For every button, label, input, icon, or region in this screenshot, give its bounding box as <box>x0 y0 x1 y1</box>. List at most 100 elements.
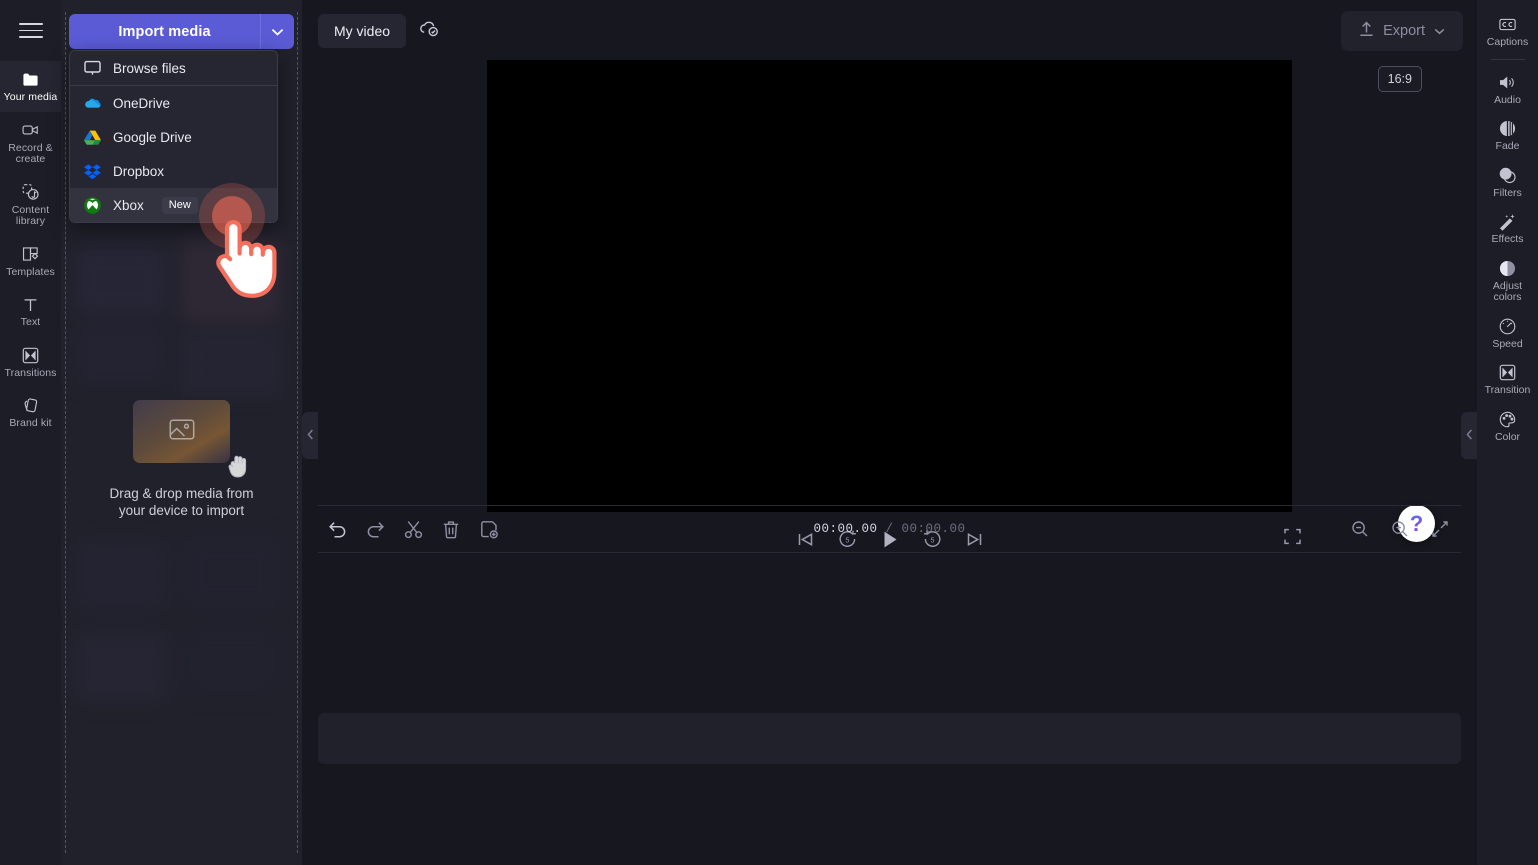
collapse-properties-panel-button[interactable] <box>1461 412 1477 459</box>
video-camera-icon <box>22 122 39 139</box>
dropdown-item-onedrive[interactable]: OneDrive <box>70 86 277 120</box>
preview-stage: 16:9 ? 5 5 <box>302 60 1477 549</box>
right-item-label: Transition <box>1484 384 1531 396</box>
sidebar-item-templates[interactable]: Templates <box>0 236 61 287</box>
right-item-label: Effects <box>1491 233 1524 245</box>
sidebar-item-transitions[interactable]: Transitions <box>0 337 61 388</box>
blurred-background-content <box>71 240 292 845</box>
import-media-dropdown-toggle[interactable] <box>260 14 294 49</box>
right-item-transition[interactable]: Transition <box>1477 356 1538 403</box>
placeholder-line-2: your device to import <box>118 503 245 518</box>
right-item-label: Captions <box>1486 36 1529 48</box>
undo-arrow-icon[interactable] <box>326 518 348 540</box>
timeline-tools <box>318 518 500 540</box>
dropbox-icon <box>84 163 101 180</box>
timeline-area[interactable] <box>318 553 1461 865</box>
text-t-icon <box>22 296 39 313</box>
dropdown-item-google-drive[interactable]: Google Drive <box>70 120 277 154</box>
right-item-fade[interactable]: Fade <box>1477 112 1538 159</box>
timeline-toolbar: 00:00.00 / 00:00.00 <box>318 505 1461 553</box>
sidebar-item-label: Content library <box>11 203 50 227</box>
dropdown-item-label: Browse files <box>113 60 186 76</box>
right-item-color[interactable]: Color <box>1477 403 1538 450</box>
app-root: Your media Record & create Content libra… <box>0 0 1538 865</box>
dropdown-item-browse-files[interactable]: Browse files <box>70 51 277 85</box>
timeline-track[interactable] <box>318 713 1461 764</box>
export-area: Export <box>1341 11 1463 51</box>
right-item-label: Filters <box>1493 186 1522 199</box>
empty-media-placeholder: Drag & drop media from your device to im… <box>61 400 302 519</box>
sidebar-item-label: Templates <box>6 265 55 278</box>
right-item-label: Speed <box>1492 337 1523 350</box>
contrast-circle-icon <box>1499 260 1516 277</box>
trash-icon[interactable] <box>440 518 462 540</box>
media-panel: Import media Browse files OneDrive Googl… <box>61 0 302 865</box>
sidebar-item-text[interactable]: Text <box>0 286 61 337</box>
cloud-check-icon[interactable] <box>418 20 440 43</box>
dropdown-item-label: Xbox <box>113 197 144 213</box>
sidebar-item-label: Brand kit <box>9 417 52 429</box>
aspect-ratio-badge[interactable]: 16:9 <box>1377 66 1422 92</box>
palette-icon <box>1499 411 1516 428</box>
image-placeholder-icon <box>169 418 195 446</box>
chevron-down-icon <box>1434 23 1445 39</box>
right-item-adjust-colors[interactable]: Adjust colors <box>1477 252 1538 310</box>
dropdown-item-label: Dropbox <box>113 163 165 179</box>
duplicate-icon[interactable] <box>478 518 500 540</box>
export-button[interactable]: Export <box>1341 11 1463 51</box>
export-label: Export <box>1383 23 1425 39</box>
upload-arrow-icon <box>1359 21 1374 41</box>
collapse-media-panel-button[interactable] <box>302 412 318 459</box>
sidebar-item-label: Text <box>20 316 41 328</box>
sidebar-item-brand-kit[interactable]: Brand kit <box>0 387 61 438</box>
filters-icon <box>1499 167 1516 184</box>
chevron-left-icon <box>306 427 314 445</box>
right-item-captions[interactable]: Captions <box>1477 8 1538 55</box>
transitions-icon <box>1499 364 1516 381</box>
magnifier-plus-icon[interactable] <box>1389 518 1411 540</box>
speaker-icon <box>1499 74 1516 91</box>
dropdown-item-label: OneDrive <box>113 95 171 111</box>
placeholder-line-1: Drag & drop media from <box>109 486 254 501</box>
hamburger-menu-icon[interactable] <box>0 0 61 61</box>
total-time: 00:00.00 <box>901 522 966 536</box>
right-item-label: Adjust colors <box>1492 279 1523 303</box>
sidebar-item-your-media[interactable]: Your media <box>0 61 61 112</box>
onedrive-icon <box>84 95 101 112</box>
right-item-effects[interactable]: Effects <box>1477 205 1538 252</box>
magnifier-minus-icon[interactable] <box>1349 518 1371 540</box>
right-item-audio[interactable]: Audio <box>1477 66 1538 113</box>
current-time: 00:00.00 <box>813 522 878 536</box>
content-library-icon <box>22 184 39 201</box>
grabbing-hand-icon <box>226 450 254 485</box>
redo-arrow-icon[interactable] <box>364 518 386 540</box>
magic-wand-icon <box>1499 213 1516 231</box>
import-media-button[interactable]: Import media <box>69 14 260 49</box>
chevron-down-icon <box>271 24 284 39</box>
scissors-icon[interactable] <box>402 518 424 540</box>
templates-icon <box>22 246 39 263</box>
right-item-label: Audio <box>1494 93 1521 106</box>
fit-screen-icon[interactable] <box>1429 518 1451 540</box>
right-sidebar: Captions Audio Fade Filters Effects Adju… <box>1477 0 1538 865</box>
sidebar-item-content-library[interactable]: Content library <box>0 174 61 236</box>
dropdown-item-xbox[interactable]: Xbox New <box>70 188 277 222</box>
sidebar-item-record-create[interactable]: Record & create <box>0 112 61 174</box>
right-item-filters[interactable]: Filters <box>1477 159 1538 206</box>
dropdown-item-label: Google Drive <box>113 129 192 145</box>
sidebar-item-label: Transitions <box>4 366 57 379</box>
video-preview-canvas[interactable] <box>487 60 1292 512</box>
new-badge: New <box>161 196 198 214</box>
speedometer-icon <box>1499 318 1516 335</box>
project-title-button[interactable]: My video <box>318 14 407 48</box>
import-source-dropdown: Browse files OneDrive Google Drive Dropb… <box>69 50 278 223</box>
right-item-label: Color <box>1494 430 1521 443</box>
dropdown-item-dropbox[interactable]: Dropbox <box>70 154 277 188</box>
brand-kit-icon <box>22 397 39 414</box>
folder-icon <box>22 71 39 88</box>
sidebar-item-label: Record & create <box>8 141 53 165</box>
top-toolbar: My video Export <box>302 0 1477 62</box>
right-item-speed[interactable]: Speed <box>1477 310 1538 357</box>
monitor-icon <box>84 60 101 77</box>
placeholder-text: Drag & drop media from your device to im… <box>94 485 269 519</box>
